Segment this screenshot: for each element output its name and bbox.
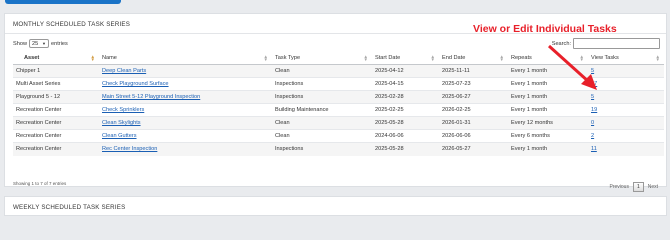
table-row: Recreation Center Rec Center Inspection … xyxy=(13,142,664,156)
cell-end-date: 2025-06-27 xyxy=(439,90,508,104)
weekly-series-panel: WEEKLY SCHEDULED TASK SERIES xyxy=(4,196,667,216)
panel-title: MONTHLY SCHEDULED TASK SERIES xyxy=(13,21,131,28)
table-row: Recreation Center Clean Skylights Clean … xyxy=(13,116,664,130)
cell-start-date: 2025-02-28 xyxy=(372,90,439,104)
task-name-link[interactable]: Check Playground Surface xyxy=(102,81,169,87)
cell-start-date: 2025-04-15 xyxy=(372,77,439,91)
view-tasks-link[interactable]: 19 xyxy=(591,107,597,113)
view-tasks-link[interactable]: 2 xyxy=(591,133,594,139)
cell-end-date: 2026-01-31 xyxy=(439,116,508,130)
cell-task-type: Inspections xyxy=(272,142,372,156)
column-header-end-date[interactable]: End Date ▲ ▼ xyxy=(439,52,508,65)
cell-task-type: Clean xyxy=(272,116,372,130)
pagination: Previous 1 Next xyxy=(609,182,658,192)
sort-icon: ▲ ▼ xyxy=(90,54,95,62)
cell-end-date: 2026-06-06 xyxy=(439,129,508,143)
sort-icon: ▲ ▼ xyxy=(499,54,504,62)
sort-icon: ▲ ▼ xyxy=(263,54,268,62)
cell-start-date: 2025-05-28 xyxy=(372,142,439,156)
cell-start-date: 2025-05-28 xyxy=(372,116,439,130)
cell-asset: Playground 5 - 12 xyxy=(13,90,99,104)
table-row: Recreation Center Check Sprinklers Build… xyxy=(13,103,664,117)
cell-task-type: Building Maintenance xyxy=(272,103,372,117)
cell-end-date: 2025-07-23 xyxy=(439,77,508,91)
cell-end-date: 2025-11-11 xyxy=(439,64,508,78)
cell-start-date: 2024-06-06 xyxy=(372,129,439,143)
chevron-down-icon: ▼ xyxy=(42,41,46,46)
annotation-text: View or Edit Individual Tasks xyxy=(473,23,617,35)
entries-label: entries xyxy=(51,40,68,47)
column-header-name[interactable]: Name ▲ ▼ xyxy=(99,52,272,65)
cell-asset: Recreation Center xyxy=(13,116,99,130)
cell-start-date: 2025-04-12 xyxy=(372,64,439,78)
column-header-start-date[interactable]: Start Date ▲ ▼ xyxy=(372,52,439,65)
task-name-link[interactable]: Clean Skylights xyxy=(102,120,141,126)
show-label: Show xyxy=(13,40,27,47)
task-name-link[interactable]: Clean Gutters xyxy=(102,133,137,139)
red-arrow-icon xyxy=(547,44,597,90)
view-tasks-link[interactable]: 11 xyxy=(591,146,597,152)
show-entries: Show 25 ▼ entries xyxy=(13,39,68,48)
entries-select-value: 25 xyxy=(32,40,39,47)
cell-repeats: Every 6 months xyxy=(508,129,588,143)
next-button[interactable]: Next xyxy=(648,184,658,190)
view-tasks-link[interactable]: 5 xyxy=(591,94,594,100)
previous-button[interactable]: Previous xyxy=(609,184,628,190)
table-info: Showing 1 to 7 of 7 entries xyxy=(13,181,67,186)
monthly-series-panel: MONTHLY SCHEDULED TASK SERIES Show 25 ▼ … xyxy=(4,13,667,192)
sort-icon: ▲ ▼ xyxy=(655,54,660,62)
cell-asset: Chipper 1 xyxy=(13,64,99,78)
sort-icon: ▲ ▼ xyxy=(430,54,435,62)
cell-task-type: Inspections xyxy=(272,77,372,91)
cell-end-date: 2026-02-25 xyxy=(439,103,508,117)
task-name-link[interactable]: Deep Clean Parts xyxy=(102,68,146,74)
top-action-button[interactable] xyxy=(5,0,121,4)
entries-select[interactable]: 25 ▼ xyxy=(29,39,49,48)
cell-start-date: 2025-02-25 xyxy=(372,103,439,117)
cell-repeats: Every 12 months xyxy=(508,116,588,130)
panel-title: WEEKLY SCHEDULED TASK SERIES xyxy=(13,204,126,211)
cell-asset: Recreation Center xyxy=(13,103,99,117)
view-tasks-link[interactable]: 0 xyxy=(591,120,594,126)
cell-repeats: Every 1 month xyxy=(508,142,588,156)
cell-repeats: Every 1 month xyxy=(508,103,588,117)
cell-asset: Recreation Center xyxy=(13,129,99,143)
page-1-button[interactable]: 1 xyxy=(632,182,644,192)
cell-task-type: Inspections xyxy=(272,90,372,104)
task-name-link[interactable]: Rec Center Inspection xyxy=(102,146,157,152)
task-name-link[interactable]: Main Street 5-12 Playground Inspection xyxy=(102,94,200,100)
table-row: Recreation Center Clean Gutters Clean 20… xyxy=(13,129,664,143)
cell-task-type: Clean xyxy=(272,129,372,143)
cell-task-type: Clean xyxy=(272,64,372,78)
column-header-task-type[interactable]: Task Type ▲ ▼ xyxy=(272,52,372,65)
cell-end-date: 2026-05-27 xyxy=(439,142,508,156)
sort-icon: ▲ ▼ xyxy=(363,54,368,62)
cell-asset: Recreation Center xyxy=(13,142,99,156)
task-name-link[interactable]: Check Sprinklers xyxy=(102,107,144,113)
cell-asset: Multi Asset Series xyxy=(13,77,99,91)
column-header-asset[interactable]: Asset ▲ ▼ xyxy=(13,52,99,65)
